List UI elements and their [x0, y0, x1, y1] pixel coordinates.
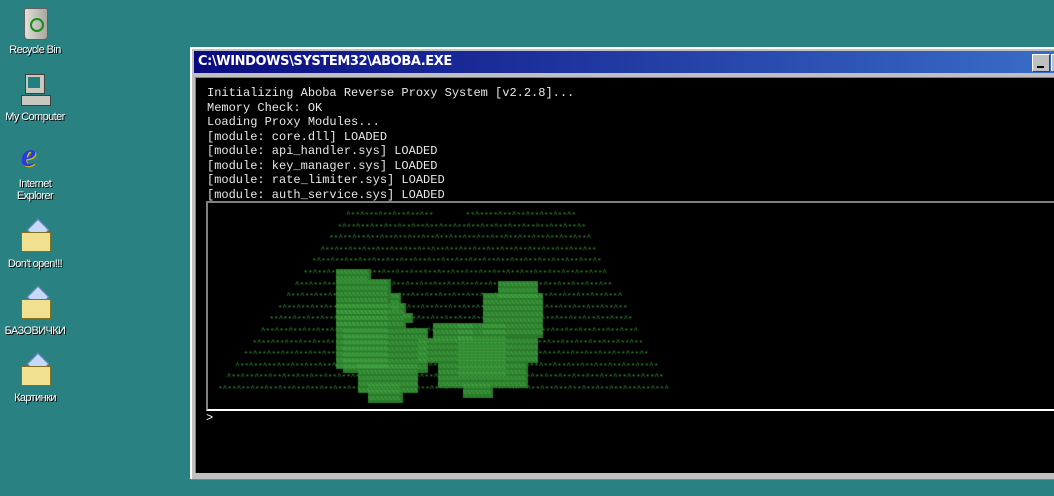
command-prompt[interactable]: >: [206, 411, 213, 425]
desktop-icon-label: БАЗОВИЧКИ: [4, 325, 66, 337]
minimize-button[interactable]: [1032, 54, 1050, 72]
console-line: [module: rate_limiter.sys] LOADED: [207, 173, 445, 187]
console-lines: Initializing Aboba Reverse Proxy System …: [207, 86, 574, 202]
folder-icon: [18, 352, 52, 388]
desktop-icon-internet-explorer[interactable]: e Internet Explorer: [0, 137, 70, 203]
desktop-icon-recycle-bin[interactable]: Recycle Bin: [0, 6, 70, 56]
console-line: Initializing Aboba Reverse Proxy System …: [207, 86, 575, 100]
recycle-bin-icon: [18, 6, 52, 40]
folder-icon: [18, 285, 52, 321]
console-line: Loading Proxy Modules...: [207, 115, 380, 129]
console-line: [module: core.dll] LOADED: [207, 129, 388, 144]
desktop-icon-my-computer[interactable]: My Computer: [0, 73, 70, 123]
desktop-icon-label: My Computer: [5, 111, 65, 123]
desktop-icon-kartinki[interactable]: Картинки: [0, 352, 70, 404]
console-line: [module: api_handler.sys] LOADED: [207, 144, 438, 158]
internet-explorer-icon: e: [21, 137, 36, 174]
console-output: Initializing Aboba Reverse Proxy System …: [195, 77, 1054, 473]
desktop-icon-label: Internet Explorer: [16, 178, 54, 202]
console-line: Memory Check: OK: [207, 100, 323, 115]
ascii-art-logo: [208, 203, 1054, 409]
console-line: [module: auth_service.sys] LOADED: [207, 187, 445, 202]
console-line: [module: key_manager.sys] LOADED: [207, 158, 438, 173]
console-window: C:\WINDOWS\SYSTEM32\ABOBA.EXE Initializi…: [190, 47, 1054, 479]
desktop-icon-label: Картинки: [14, 392, 56, 404]
title-bar[interactable]: C:\WINDOWS\SYSTEM32\ABOBA.EXE: [194, 51, 1054, 73]
computer-icon: [18, 73, 52, 107]
desktop-icon-dont-open[interactable]: Don't open!!!: [0, 218, 70, 270]
desktop-icon-label: Recycle Bin: [9, 44, 61, 56]
ascii-art-panel: [206, 201, 1054, 411]
desktop-icon-bazovichki[interactable]: БАЗОВИЧКИ: [0, 285, 70, 337]
folder-icon: [18, 218, 52, 254]
window-title: C:\WINDOWS\SYSTEM32\ABOBA.EXE: [198, 54, 452, 69]
desktop-icon-label: Don't open!!!: [7, 258, 63, 270]
